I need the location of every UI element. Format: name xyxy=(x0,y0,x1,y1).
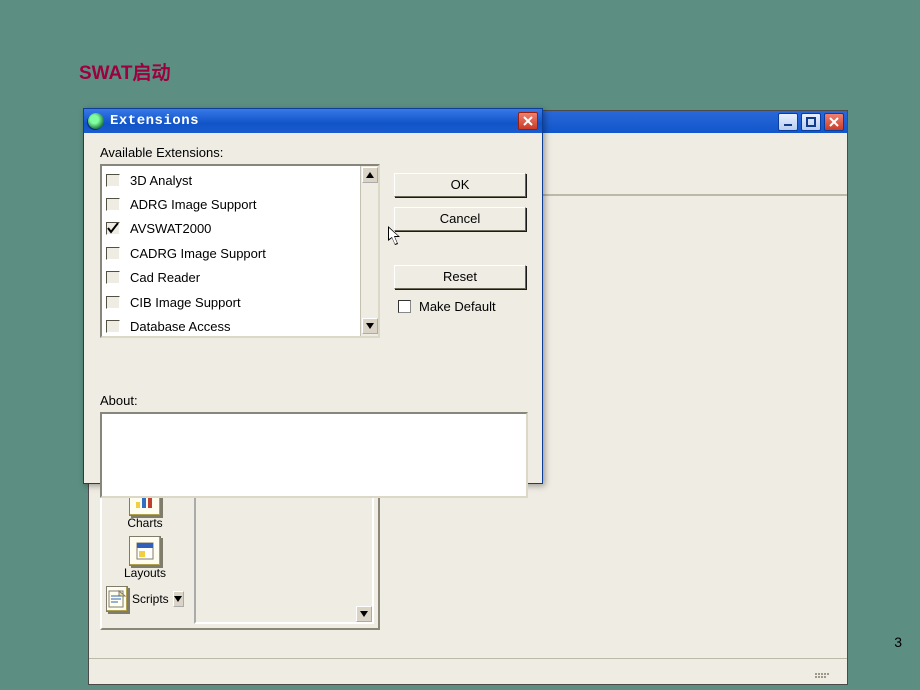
cancel-button[interactable]: Cancel xyxy=(394,207,526,231)
arcview-statusbar xyxy=(89,658,847,680)
dialog-close-button[interactable] xyxy=(518,112,538,130)
scroll-down-button[interactable] xyxy=(356,606,372,622)
checkbox-icon[interactable] xyxy=(106,222,120,235)
scripts-icon xyxy=(106,586,128,612)
scroll-up-icon[interactable] xyxy=(362,167,378,183)
scroll-down-icon[interactable] xyxy=(362,318,378,334)
about-textarea[interactable] xyxy=(100,412,528,498)
checkbox-icon[interactable] xyxy=(106,296,120,309)
listbox-scrollbar[interactable] xyxy=(360,166,378,336)
extension-item-label: AVSWAT2000 xyxy=(130,221,211,236)
make-default-label: Make Default xyxy=(419,299,496,314)
layouts-icon xyxy=(129,536,161,566)
checkbox-icon[interactable] xyxy=(106,247,120,260)
checkbox-icon[interactable] xyxy=(106,271,120,284)
extension-item[interactable]: CIB Image Support xyxy=(106,290,358,314)
extensions-listbox[interactable]: 3D Analyst ADRG Image Support AVSWAT2000 CA… xyxy=(100,164,380,338)
maximize-button[interactable] xyxy=(801,113,821,131)
project-item-label: Scripts xyxy=(132,592,169,606)
extension-item-label: CIB Image Support xyxy=(130,295,241,310)
extension-item[interactable]: CADRG Image Support xyxy=(106,241,358,265)
reset-button[interactable]: Reset xyxy=(394,265,526,289)
slide-title: SWAT启动 xyxy=(79,58,170,85)
extension-item-label: ADRG Image Support xyxy=(130,197,256,212)
extension-item[interactable]: Database Access xyxy=(106,314,358,334)
dialog-title: Extensions xyxy=(110,113,199,129)
project-item-label: Charts xyxy=(127,516,162,530)
extensions-dialog: Extensions Available Extensions: 3D Anal… xyxy=(83,108,543,484)
make-default-checkbox[interactable]: Make Default xyxy=(398,299,526,314)
checkbox-icon[interactable] xyxy=(106,174,120,187)
project-item-label: Layouts xyxy=(124,566,166,580)
extension-item[interactable]: Cad Reader xyxy=(106,266,358,290)
available-extensions-label: Available Extensions: xyxy=(100,145,526,160)
checkbox-icon[interactable] xyxy=(106,320,120,333)
extension-item[interactable]: 3D Analyst xyxy=(106,168,358,192)
about-label: About: xyxy=(100,393,528,408)
extension-item-label: Cad Reader xyxy=(130,270,200,285)
extension-item-label: CADRG Image Support xyxy=(130,246,266,261)
project-item-layouts[interactable]: Layouts xyxy=(106,536,184,580)
dialog-titlebar[interactable]: Extensions xyxy=(84,109,542,133)
project-item-scripts[interactable]: Scripts xyxy=(106,586,184,612)
close-button[interactable] xyxy=(824,113,844,131)
minimize-button[interactable] xyxy=(778,113,798,131)
dialog-button-column: OK Cancel Reset Make Default xyxy=(394,173,526,314)
globe-icon xyxy=(88,113,104,129)
checkbox-icon xyxy=(398,300,411,313)
extension-item[interactable]: AVSWAT2000 xyxy=(106,217,358,241)
extension-item[interactable]: ADRG Image Support xyxy=(106,192,358,216)
slide-page-number: 3 xyxy=(894,634,902,650)
scroll-down-icon[interactable] xyxy=(173,591,184,607)
ok-button[interactable]: OK xyxy=(394,173,526,197)
extension-item-label: 3D Analyst xyxy=(130,173,192,188)
checkbox-icon[interactable] xyxy=(106,198,120,211)
resize-grip-icon xyxy=(815,664,831,678)
extension-item-label: Database Access xyxy=(130,319,230,334)
